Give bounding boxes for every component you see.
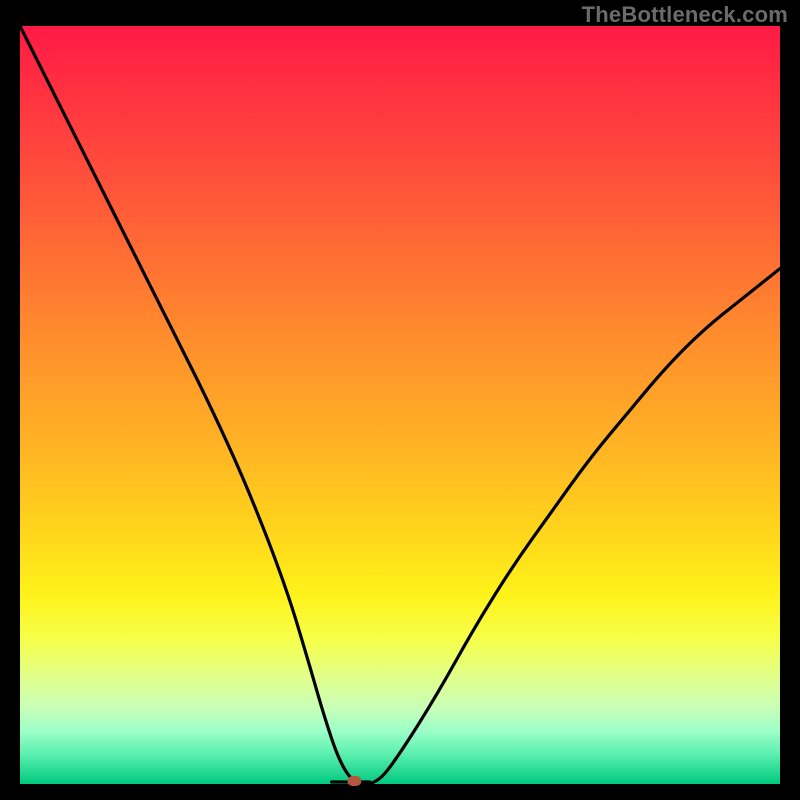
bottleneck-curve-path (20, 26, 780, 784)
chart-frame: TheBottleneck.com (0, 0, 800, 800)
plot-area (20, 26, 780, 784)
bottleneck-curve-svg (20, 26, 780, 784)
watermark-text: TheBottleneck.com (582, 2, 788, 28)
min-marker (347, 776, 361, 786)
